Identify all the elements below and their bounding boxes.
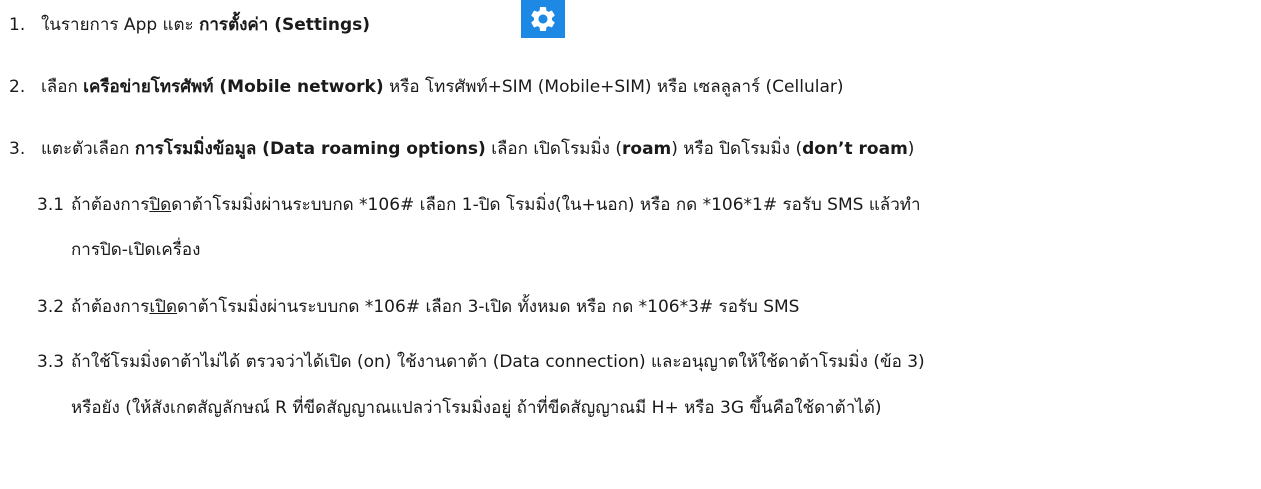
step-2-text: เลือก เครือข่ายโทรศัพท์ (Mobile network)… [41, 75, 844, 99]
step-1-text: ในรายการ App แตะ การตั้งค่า (Settings) [41, 13, 370, 37]
substep-3-1-line-2: การปิด-เปิดเครื่อง [71, 238, 200, 262]
substep-3-3-line-1: ถ้าใช้โรมมิ่งดาต้าไม่ได้ ตรวจว่าได้เปิด … [71, 350, 925, 374]
substep-3-3-line-2: หรือยัง (ให้สังเกตสัญลักษณ์ R ที่ขีดสัญญ… [71, 396, 882, 420]
step-text-part: ในรายการ App แตะ [41, 15, 200, 35]
substep-text-part: การปิด-เปิดเครื่อง [71, 240, 201, 260]
step-text-part: ) [907, 139, 915, 159]
substep-3-1-line-1: ถ้าต้องการปิดดาต้าโรมมิ่งผ่านระบบกด *106… [71, 193, 921, 217]
substep-text-underlined: ปิด [149, 195, 172, 215]
substep-text-part: ถ้าต้องการ [71, 297, 150, 317]
step-text-part: เลือก เปิดโรมมิ่ง ( [485, 139, 622, 159]
step-number: 2. [9, 77, 26, 97]
substep-number: 3.1 [37, 195, 65, 215]
step-text-part: แตะตัวเลือก [41, 139, 135, 159]
substep-text-part: ดาต้าโรมมิ่งผ่านระบบกด *106# เลือก 3-เปิ… [177, 297, 800, 317]
substep-text-underlined: เปิด [149, 297, 178, 317]
substep-text-part: หรือยัง (ให้สังเกตสัญลักษณ์ R ที่ขีดสัญญ… [71, 398, 882, 418]
substep-text-part: ถ้าใช้โรมมิ่งดาต้าไม่ได้ ตรวจว่าได้เปิด … [71, 352, 925, 372]
step-number: 1. [9, 15, 26, 35]
step-text-bold: don’t roam [802, 139, 908, 159]
step-text-bold: การตั้งค่า (Settings) [199, 15, 371, 35]
step-text-bold: roam [622, 139, 672, 159]
step-text-part: เลือก [41, 77, 84, 97]
step-text-part: หรือ โทรศัพท์+SIM (Mobile+SIM) หรือ เซลล… [383, 77, 844, 97]
substep-text-part: ถ้าต้องการ [71, 195, 150, 215]
substep-number: 3.2 [37, 297, 65, 317]
substep-3-2-line-1: ถ้าต้องการเปิดดาต้าโรมมิ่งผ่านระบบกด *10… [71, 295, 799, 319]
step-number: 3. [9, 139, 26, 159]
gear-icon [531, 7, 555, 31]
step-3-text: แตะตัวเลือก การโรมมิ่งข้อมูล (Data roami… [41, 137, 914, 161]
substep-number: 3.3 [37, 352, 65, 372]
step-text-bold: เครือข่ายโทรศัพท์ (Mobile network) [83, 77, 384, 97]
step-text-part: ) หรือ ปิดโรมมิ่ง ( [671, 139, 803, 159]
step-text-bold: การโรมมิ่งข้อมูล (Data roaming options) [134, 139, 486, 159]
substep-text-part: ดาต้าโรมมิ่งผ่านระบบกด *106# เลือก 1-ปิด… [171, 195, 921, 215]
settings-gear-icon [521, 0, 565, 38]
